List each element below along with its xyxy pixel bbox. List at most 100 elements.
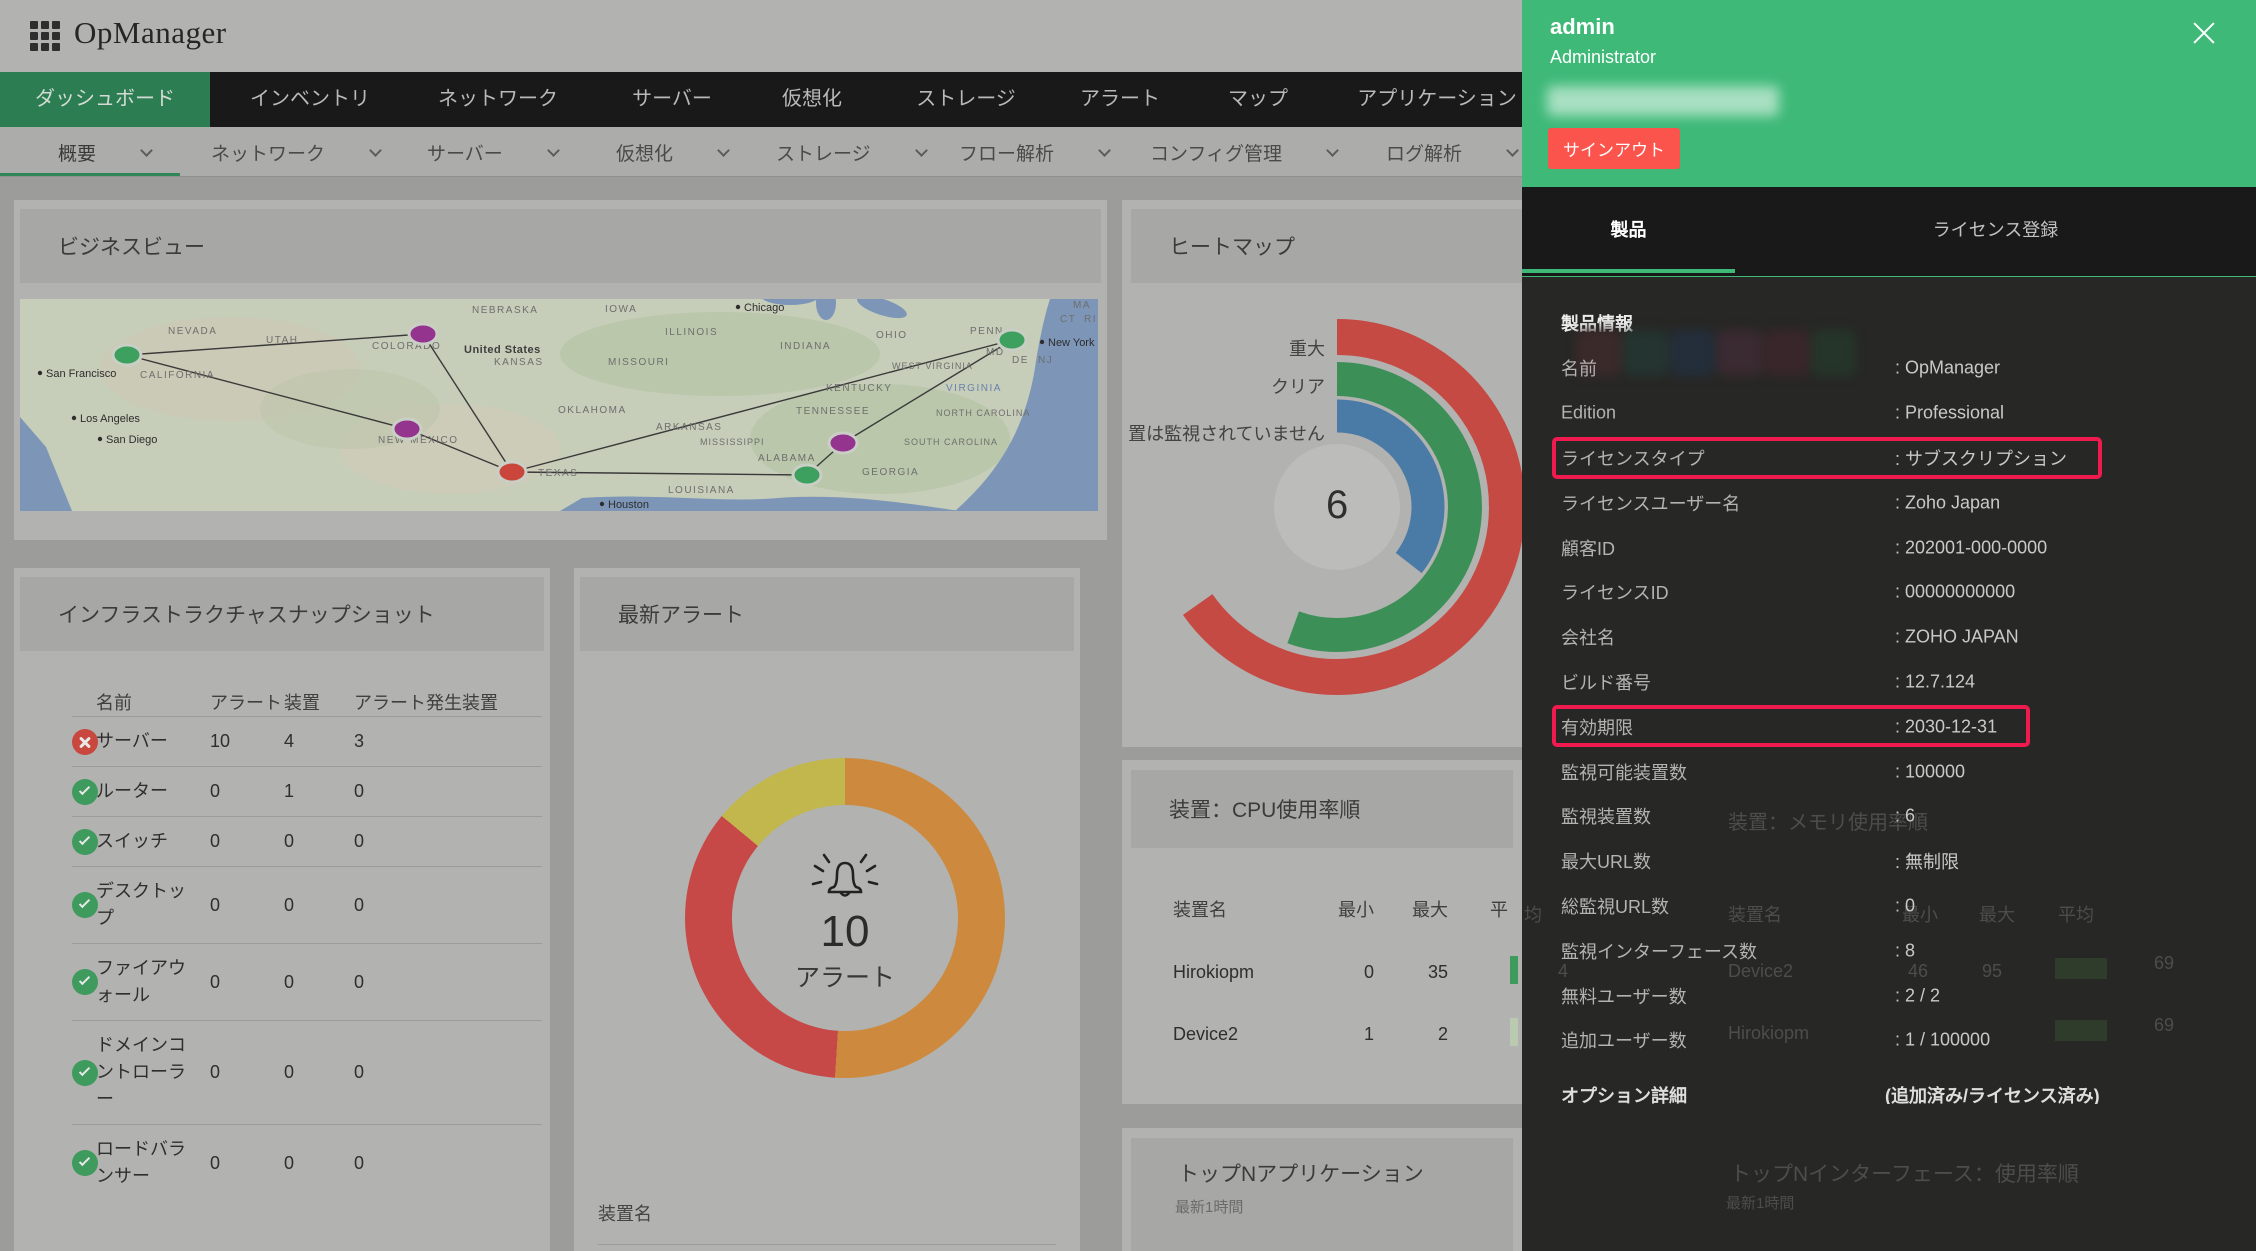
map-city-label: Chicago	[744, 302, 784, 314]
subnav-item-4[interactable]: ストレージ	[776, 127, 926, 177]
cpu-column-header: 平	[1448, 898, 1518, 922]
field-value: : サブスクリプション	[1895, 445, 2067, 471]
subnav-item-2[interactable]: サーバー	[427, 127, 558, 177]
subnav-item-label: 仮想化	[616, 139, 673, 166]
chevron-down-icon	[915, 144, 928, 157]
main-nav-tab-1[interactable]: インベントリ	[250, 72, 370, 127]
main-nav-tab-5[interactable]: ストレージ	[916, 72, 1016, 127]
alerts-donut-chart[interactable]: 10 アラート	[685, 758, 1005, 1078]
map-state-label: ALABAMA	[758, 453, 816, 464]
map-device-node-green[interactable]	[793, 465, 821, 485]
table-cell: 0	[284, 969, 354, 996]
subnav-item-5[interactable]: フロー解析	[959, 127, 1109, 177]
table-cell: 0	[284, 1150, 354, 1177]
main-nav-tab-2[interactable]: ネットワーク	[438, 72, 558, 127]
map-state-label: OKLAHOMA	[558, 405, 627, 416]
main-nav-tab-0[interactable]: ダッシュボード	[0, 72, 210, 127]
cpu-column-header: 最小	[1333, 898, 1374, 922]
table-cell	[1448, 1022, 1518, 1046]
main-nav-tab-8[interactable]: アプリケーション	[1357, 72, 1517, 127]
map-device-node-purple[interactable]	[409, 324, 437, 344]
table-cell: 2	[1374, 1022, 1448, 1046]
table-row[interactable]: デスクトップ000	[72, 866, 542, 943]
subnav-item-label: ネットワーク	[211, 139, 325, 166]
field-label: 監視装置数	[1561, 803, 1651, 829]
subnav-item-7[interactable]: ログ解析	[1386, 127, 1517, 177]
table-cell: 0	[210, 969, 284, 996]
field-label: 最大URL数	[1561, 848, 1651, 874]
widget-title: 最新アラート	[618, 599, 744, 629]
map-state-label: IOWA	[605, 304, 637, 315]
map-device-node-green[interactable]	[113, 345, 141, 365]
field-label: ライセンスID	[1561, 579, 1669, 605]
field-label: ライセンスユーザー名	[1561, 490, 1740, 516]
license-field-row-9: 監視可能装置数: 100000	[1522, 749, 2256, 794]
table-cell: 0	[1333, 960, 1374, 984]
table-cell: ドメインコントローラー	[96, 1032, 210, 1113]
license-field-row-14: 無料ユーザー数: 2 / 2	[1522, 973, 2256, 1018]
table-row[interactable]: サーバー1043	[72, 716, 542, 766]
license-field-row-6: 会社名: ZOHO JAPAN	[1522, 615, 2256, 660]
main-nav-tab-6[interactable]: アラート	[1080, 72, 1160, 127]
widget-cpu-usage: 装置：CPU使用率順 装置名最小最大平 Hirokiopm035Device21…	[1122, 760, 1522, 1104]
map-state-label: WEST VIRGINIA	[892, 361, 973, 371]
map-device-node-purple[interactable]	[393, 419, 421, 439]
subnav-item-6[interactable]: コンフィグ管理	[1150, 127, 1337, 177]
widget-latest-alerts: 最新アラート 10 アラート 装置名	[574, 568, 1080, 1251]
license-field-row-5: ライセンスID: 00000000000	[1522, 570, 2256, 615]
cpu-column-header: 装置名	[1173, 898, 1333, 922]
main-nav-tab-4[interactable]: 仮想化	[782, 72, 842, 127]
tab-license-register[interactable]: ライセンス登録	[1735, 187, 2256, 273]
ghost-topn-title: トップNインターフェース：使用率順	[1730, 1158, 2079, 1188]
cpu-bar-sliver	[1510, 1018, 1518, 1046]
us-map[interactable]: NEBRASKAIOWAILLINOISINDIANAOHIOPENNMACTR…	[20, 299, 1098, 511]
signout-button[interactable]: サインアウト	[1548, 128, 1680, 169]
field-value: : 100000	[1895, 761, 1965, 782]
field-value: : 202001-000-0000	[1895, 537, 2047, 558]
status-ok-icon	[72, 829, 98, 855]
table-cell: ルーター	[96, 778, 210, 805]
license-fields: 名前: OpManagerEdition: Professionalライセンスタ…	[1522, 346, 2256, 1063]
table-row[interactable]: スイッチ000	[72, 816, 542, 866]
table-cell: 0	[210, 1150, 284, 1177]
field-value: : 0	[1895, 895, 1915, 916]
table-cell: 10	[210, 728, 284, 755]
map-device-node-purple[interactable]	[829, 433, 857, 453]
infra-column-header: アラート発生装置	[354, 690, 504, 716]
widget-heatmap: ヒートマップ 重大クリア置は監視されていません 6	[1122, 200, 1522, 747]
field-value: : 6	[1895, 806, 1915, 827]
divider	[598, 1244, 1056, 1245]
table-cell: 1	[1333, 1022, 1374, 1046]
table-row[interactable]: ドメインコントローラー000	[72, 1020, 542, 1124]
table-row[interactable]: ロードバランサー000	[72, 1124, 542, 1201]
table-cell: 0	[354, 1150, 504, 1177]
main-nav-tab-7[interactable]: マップ	[1228, 72, 1288, 127]
subnav-item-1[interactable]: ネットワーク	[211, 127, 380, 177]
subnav-item-3[interactable]: 仮想化	[616, 127, 728, 177]
subnav-item-label: サーバー	[427, 139, 503, 166]
table-cell: Hirokiopm	[1173, 960, 1333, 984]
widget-title: ビジネスビュー	[58, 231, 205, 261]
main-nav-tab-3[interactable]: サーバー	[632, 72, 712, 127]
map-device-node-green[interactable]	[998, 330, 1026, 350]
apps-grid-icon[interactable]	[30, 21, 60, 51]
alerts-count-label: アラート	[795, 958, 895, 994]
license-field-row-3: ライセンスユーザー名: Zoho Japan	[1522, 480, 2256, 525]
table-row[interactable]: ファイアウォール000	[72, 943, 542, 1020]
status-ok-icon	[72, 969, 98, 995]
map-device-node-red[interactable]	[498, 462, 526, 482]
close-icon[interactable]	[2188, 18, 2220, 50]
table-row[interactable]: Hirokiopm035	[1173, 960, 1522, 984]
table-cell: 0	[354, 828, 504, 855]
tab-product[interactable]: 製品	[1522, 187, 1735, 273]
table-row[interactable]: Device212	[1173, 1022, 1522, 1046]
table-cell: 0	[210, 1059, 284, 1086]
field-label: ビルド番号	[1561, 669, 1651, 695]
map-state-label: MISSISSIPPI	[700, 437, 765, 447]
map-state-label: GEORGIA	[862, 467, 919, 478]
subnav-item-0[interactable]: 概要	[58, 127, 151, 177]
options-label: オプション詳細	[1561, 1082, 1687, 1104]
table-row[interactable]: ルーター010	[72, 766, 542, 816]
license-field-row-12: 総監視URL数: 0	[1522, 884, 2256, 929]
license-field-row-13: 監視インターフェース数: 8	[1522, 928, 2256, 973]
